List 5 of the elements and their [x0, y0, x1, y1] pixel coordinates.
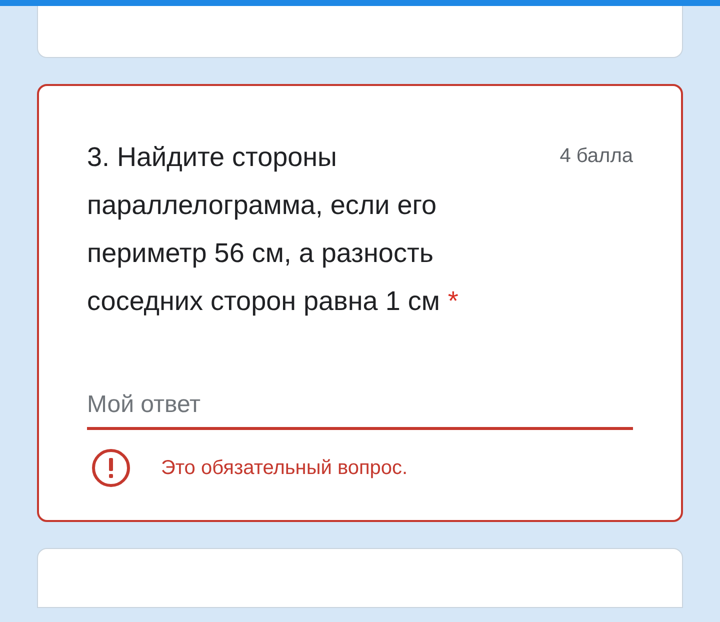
error-icon — [91, 448, 131, 488]
points-label: 4 балла — [560, 145, 633, 168]
answer-field[interactable]: Мой ответ — [87, 387, 633, 430]
error-message: Это обязательный вопрос. — [161, 456, 408, 480]
question-text: 3. Найдите стороны параллелограмма, если его периметр 56 см, а разность соседних сторон равна 1 см * — [87, 141, 460, 318]
